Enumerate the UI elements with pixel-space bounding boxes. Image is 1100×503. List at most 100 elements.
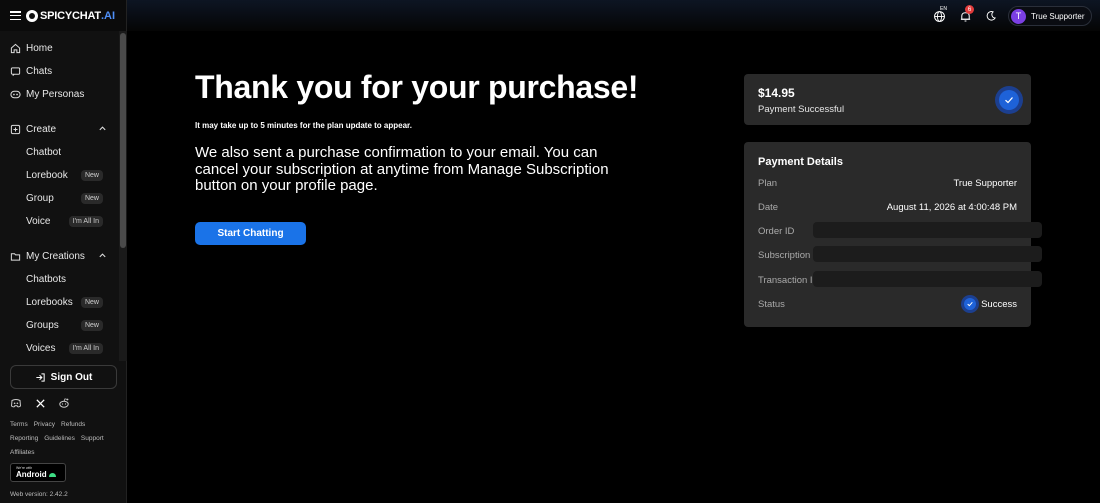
detail-label: Transaction ID: [758, 275, 820, 286]
status-value: Success: [981, 298, 1017, 310]
reddit-icon[interactable]: [58, 397, 70, 409]
sidebar-nav: Home Chats My Personas Create Chatbot Lo…: [0, 37, 119, 359]
web-version: Web version: 2.42.2: [10, 491, 68, 498]
chat-icon: [10, 66, 21, 77]
notification-count-badge: 6: [965, 5, 974, 14]
plus-square-icon: [10, 124, 21, 135]
footer-link-refunds[interactable]: Refunds: [61, 421, 85, 428]
sign-out-icon: [35, 372, 46, 383]
logo-icon: [26, 9, 38, 22]
persona-icon: [10, 89, 21, 100]
android-icon: [48, 472, 56, 477]
footer-link-support[interactable]: Support: [81, 435, 104, 442]
payment-amount: $14.95: [758, 86, 795, 100]
social-links: [10, 397, 70, 409]
confirmation-message: We also sent a purchase confirmation to …: [195, 144, 609, 194]
sidebar-item-label: Chats: [26, 66, 53, 77]
detail-value: August 11, 2026 at 4:00:48 PM: [886, 202, 1017, 213]
sidebar-item-chats[interactable]: Chats: [0, 60, 119, 83]
sidebar-item-chatbot[interactable]: Chatbot: [0, 141, 119, 164]
sidebar-section-label: My Creations: [26, 251, 85, 262]
footer-links: Terms Privacy Refunds Reporting Guidelines S…: [10, 418, 122, 460]
detail-row-status: Status Success: [758, 295, 1017, 313]
chevron-up-icon[interactable]: [98, 251, 107, 263]
sidebar-item-groups[interactable]: Groups New: [0, 314, 119, 337]
brand-suffix: .AI: [100, 9, 116, 22]
detail-label: Order ID: [758, 226, 795, 237]
redacted-value: [813, 246, 1042, 262]
sidebar: SPICYCHAT .AI Home Chats My Personas Cre…: [0, 0, 127, 503]
discord-icon[interactable]: [10, 397, 22, 409]
footer-link-privacy[interactable]: Privacy: [34, 421, 55, 428]
sidebar-item-label: Lorebooks: [26, 297, 73, 308]
sign-out-button[interactable]: Sign Out: [10, 365, 117, 389]
x-twitter-icon[interactable]: [34, 397, 46, 409]
user-menu-button[interactable]: T True Supporter: [1008, 6, 1092, 26]
moon-icon: [986, 11, 996, 21]
sidebar-item-label: Lorebook: [26, 170, 68, 181]
start-chatting-button[interactable]: Start Chatting: [195, 222, 306, 245]
check-circle-icon: [995, 86, 1023, 114]
sidebar-item-home[interactable]: Home: [0, 37, 119, 60]
new-badge: New: [80, 170, 103, 181]
sidebar-item-group[interactable]: Group New: [0, 187, 119, 210]
brand-name[interactable]: SPICYCHAT: [40, 10, 101, 22]
sidebar-item-label: Chatbot: [26, 147, 62, 158]
sidebar-item-lorebooks[interactable]: Lorebooks New: [0, 291, 119, 314]
app-root: SPICYCHAT .AI Home Chats My Personas Cre…: [0, 0, 1100, 503]
sidebar-item-label: Groups: [26, 320, 59, 331]
footer-link-terms[interactable]: Terms: [10, 421, 28, 428]
sidebar-section-my-creations[interactable]: My Creations: [0, 245, 119, 268]
android-app-badge[interactable]: We're with Android: [10, 463, 66, 482]
detail-value: True Supporter: [953, 178, 1017, 189]
sidebar-item-label: Voices: [26, 343, 56, 354]
sidebar-item-label: Group: [26, 193, 54, 204]
menu-icon[interactable]: [10, 11, 21, 20]
detail-label: Status: [758, 299, 785, 310]
detail-label: Date: [758, 202, 779, 213]
scrollbar-thumb[interactable]: [120, 33, 126, 248]
chevron-up-icon[interactable]: [98, 124, 107, 136]
sidebar-item-label: Home: [26, 43, 53, 54]
detail-row-plan: Plan True Supporter: [758, 178, 1017, 192]
language-code: EN: [940, 6, 947, 12]
sign-out-label: Sign Out: [50, 371, 93, 383]
home-icon: [10, 43, 21, 54]
sidebar-section-create[interactable]: Create: [0, 118, 119, 141]
payment-summary-card: $14.95 Payment Successful: [744, 74, 1031, 125]
new-badge: New: [80, 320, 103, 331]
plan-update-note: It may take up to 5 minutes for the plan…: [195, 121, 412, 130]
footer-link-guidelines[interactable]: Guidelines: [44, 435, 75, 442]
payment-details-title: Payment Details: [758, 156, 843, 168]
sidebar-scrollbar[interactable]: [119, 31, 127, 361]
sidebar-item-voices[interactable]: Voices I'm All In: [0, 337, 119, 359]
page-title: Thank you for your purchase!: [195, 69, 639, 105]
payment-status-text: Payment Successful: [758, 104, 845, 115]
theme-toggle-button[interactable]: [984, 9, 998, 23]
detail-row-subscription-id: Subscription ID: [758, 246, 1042, 264]
android-badge-label: Android: [16, 470, 47, 479]
footer-link-affiliates[interactable]: Affiliates: [10, 449, 34, 456]
sidebar-item-my-personas[interactable]: My Personas: [0, 83, 119, 106]
new-badge: New: [80, 297, 103, 308]
tier-badge: I'm All In: [68, 216, 103, 227]
sidebar-item-lorebook[interactable]: Lorebook New: [0, 164, 119, 187]
detail-row-transaction-id: Transaction ID: [758, 271, 1042, 289]
detail-label: Plan: [758, 178, 778, 189]
user-name: True Supporter: [1031, 11, 1085, 21]
payment-details-card: Payment Details Plan True Supporter Date…: [744, 142, 1042, 327]
sidebar-item-label: Chatbots: [26, 274, 67, 285]
brand-bar: SPICYCHAT .AI: [0, 0, 126, 31]
redacted-value: [813, 271, 1042, 287]
detail-row-date: Date August 11, 2026 at 4:00:48 PM: [758, 202, 1017, 216]
check-circle-icon: [961, 295, 980, 313]
redacted-value: [813, 222, 1042, 238]
sidebar-item-label: My Personas: [26, 89, 85, 100]
detail-row-order-id: Order ID: [758, 222, 1042, 240]
top-bar: EN 6 T True Supporter: [127, 0, 1100, 31]
sidebar-item-chatbots[interactable]: Chatbots: [0, 268, 119, 291]
new-badge: New: [80, 193, 103, 204]
footer-link-reporting[interactable]: Reporting: [10, 435, 38, 442]
folder-icon: [10, 251, 21, 262]
sidebar-item-voice[interactable]: Voice I'm All In: [0, 210, 119, 233]
